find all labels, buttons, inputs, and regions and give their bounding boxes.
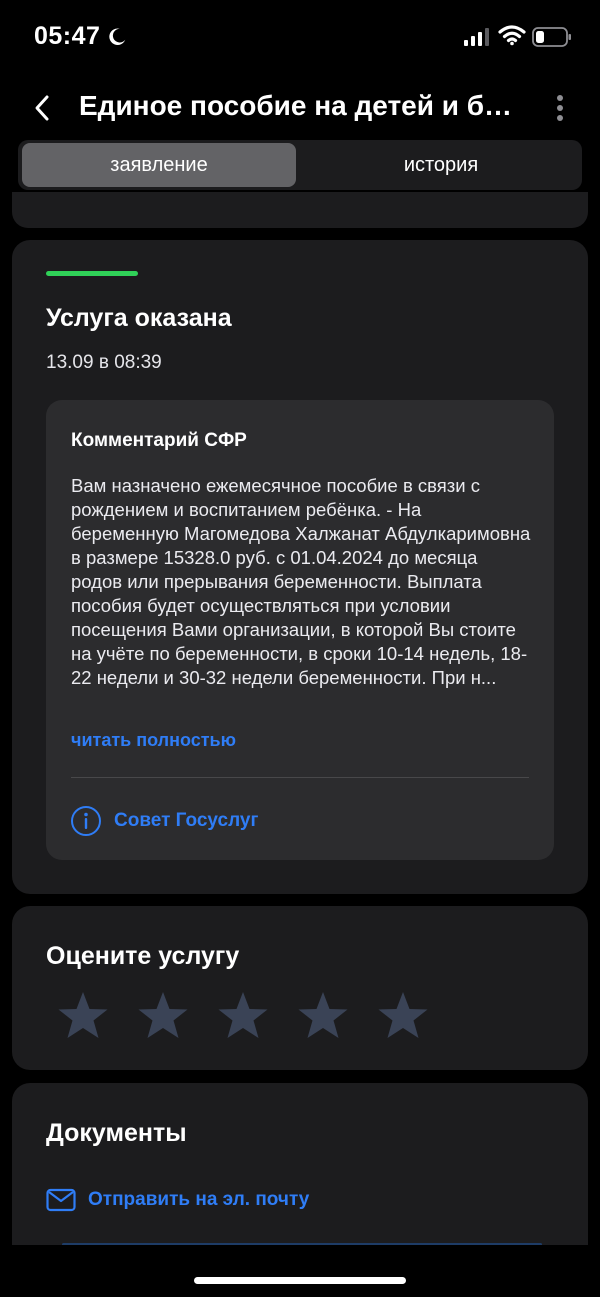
battery-icon (532, 27, 571, 47)
star-3-icon[interactable] (216, 990, 270, 1044)
home-indicator[interactable] (194, 1277, 406, 1284)
page-title: Единое пособие на детей и бе... (79, 90, 519, 121)
info-icon (71, 806, 101, 836)
status-bar: 05:47 (0, 0, 600, 76)
divider (71, 777, 529, 778)
advice-label: Совет Госуслуг (114, 810, 259, 831)
chevron-left-icon (35, 95, 49, 121)
comment-box: Комментарий СФР Вам назначено ежемесячно… (46, 400, 554, 860)
send-email-button[interactable]: Отправить на эл. почту (46, 1183, 309, 1217)
mail-icon (46, 1188, 76, 1212)
star-4-icon[interactable] (296, 990, 350, 1044)
status-date: 13.09 в 08:39 (46, 352, 162, 373)
status-indicator (46, 271, 138, 276)
more-options-button[interactable] (544, 88, 576, 128)
nav-bar: Единое пособие на детей и бе... (0, 80, 600, 136)
tab-history[interactable]: история (304, 143, 578, 187)
wifi-icon (498, 25, 526, 46)
star-1-icon[interactable] (56, 990, 110, 1044)
comment-title: Комментарий СФР (71, 430, 247, 451)
rating-title: Оцените услугу (46, 942, 240, 970)
read-more-link[interactable]: читать полностью (71, 730, 236, 751)
rating-card: Оцените услугу (12, 906, 588, 1070)
previous-card-edge (12, 192, 588, 228)
comment-text: Вам назначено ежемесячное пособие в связ… (71, 475, 531, 688)
status-card: Услуга оказана 13.09 в 08:39 Комментарий… (12, 240, 588, 894)
signal-icon (464, 28, 489, 46)
back-button[interactable] (22, 88, 62, 128)
documents-title: Документы (46, 1119, 187, 1147)
advice-link[interactable]: Совет Госуслуг (70, 804, 258, 838)
star-rating (56, 990, 456, 1044)
star-5-icon[interactable] (376, 990, 430, 1044)
moon-icon (109, 28, 126, 45)
segmented-tabs: заявление история (18, 140, 582, 190)
star-2-icon[interactable] (136, 990, 190, 1044)
bottom-area (0, 1245, 600, 1297)
tab-application[interactable]: заявление (22, 143, 296, 187)
send-email-label: Отправить на эл. почту (88, 1189, 310, 1210)
status-time: 05:47 (34, 22, 101, 50)
status-title: Услуга оказана (46, 304, 232, 332)
more-vertical-icon (557, 95, 563, 121)
